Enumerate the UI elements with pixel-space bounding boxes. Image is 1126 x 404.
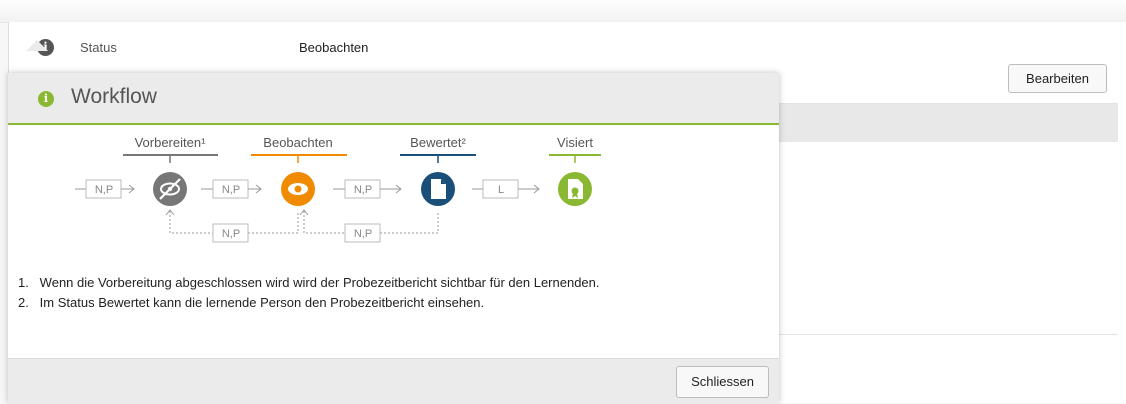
popover-title: Workflow (71, 85, 157, 108)
transition-label: N,P (354, 228, 372, 240)
workflow-diagram: Vorbereiten¹ Beobachten Bewertet² Visier… (75, 135, 601, 243)
divider (771, 334, 1118, 335)
document-icon (421, 172, 455, 206)
status-label: Status (80, 40, 117, 55)
certificate-icon (558, 172, 592, 206)
popover-footer: Schliessen (8, 358, 779, 404)
top-shadow (0, 0, 1126, 23)
popover-arrow (26, 40, 48, 51)
section-bar (771, 104, 1118, 142)
eye-slash-icon (153, 172, 187, 206)
popover-header: i Workflow (8, 73, 779, 125)
state-label-bewertet: Bewertet² (410, 135, 466, 150)
workflow-popover: i Workflow Vorbereiten¹ Beobachten Bewer… (8, 73, 779, 404)
state-label-beobachten: Beobachten (263, 135, 332, 150)
transition-label: L (498, 184, 504, 196)
transition-label: N,P (354, 184, 372, 196)
edit-button[interactable]: Bearbeiten (1008, 64, 1107, 93)
status-value: Beobachten (299, 40, 369, 55)
state-label-vorbereiten: Vorbereiten¹ (135, 135, 206, 150)
transition-3 (472, 179, 540, 199)
close-button[interactable]: Schliessen (676, 366, 769, 398)
right-toolbar: Bearbeiten (771, 51, 1118, 104)
note-item: 2. Im Status Bewertet kann die lernende … (18, 295, 485, 310)
note-item: 1. Wenn die Vorbereitung abgeschlossen w… (18, 275, 600, 290)
transition-label: N,P (222, 228, 240, 240)
workflow-notes: 1. Wenn die Vorbereitung abgeschlossen w… (18, 273, 758, 313)
info-circle-icon: i (38, 91, 54, 107)
eye-icon (281, 172, 315, 206)
transition-label: N,P (95, 184, 113, 196)
state-label-visiert: Visiert (557, 135, 593, 150)
transition-label: N,P (222, 184, 240, 196)
